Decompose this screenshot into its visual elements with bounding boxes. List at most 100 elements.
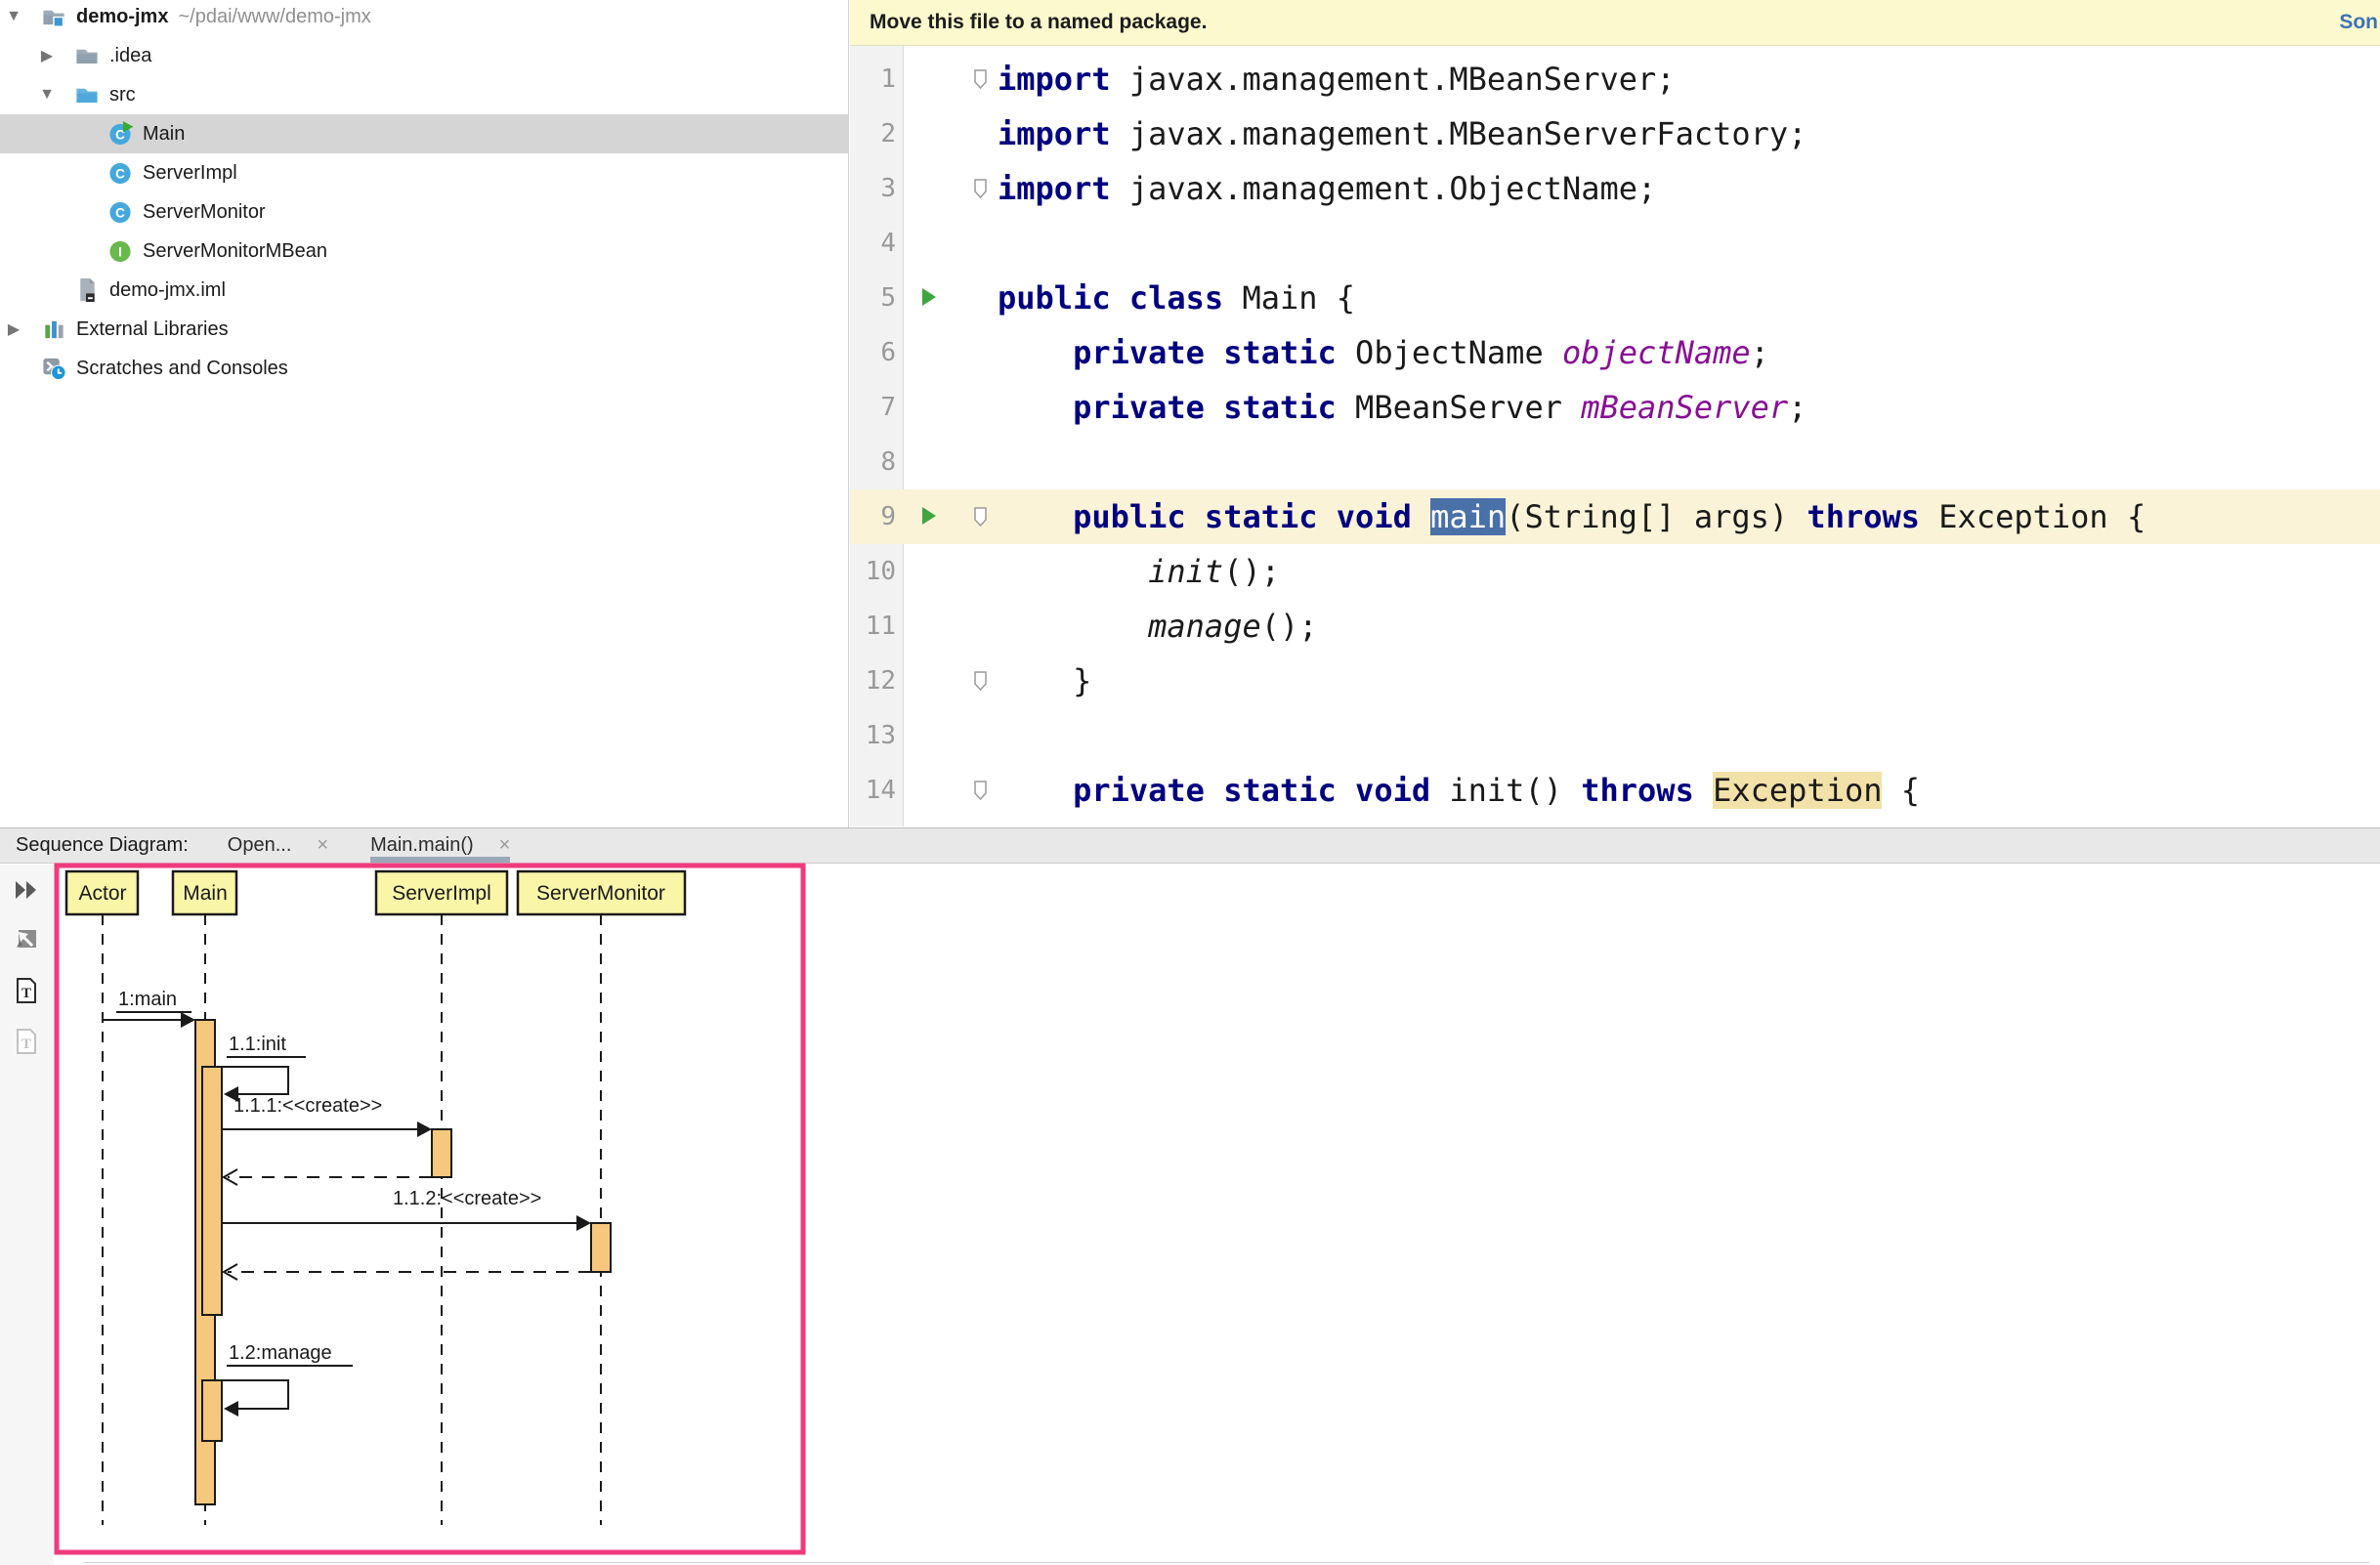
tab-main-main[interactable]: Main.main() × <box>370 828 510 863</box>
message-create1-arrowhead <box>417 1121 432 1137</box>
participant-actor-label: Actor <box>78 882 126 905</box>
message-manage-arrowhead <box>224 1401 238 1417</box>
svg-text:T: T <box>21 986 31 1001</box>
line-number: 10 <box>850 544 896 599</box>
code-line-3[interactable]: 3 import javax.management.ObjectName; <box>850 161 2380 216</box>
text-document-icon[interactable]: T <box>13 977 40 1004</box>
code-text: import javax.management.ObjectName; <box>998 161 1656 216</box>
code-line-14[interactable]: 14 private static void init() throws Exc… <box>850 763 2380 818</box>
activation-init <box>202 1067 222 1315</box>
iml-file-icon <box>74 277 100 303</box>
banner-message: Move this file to a named package. <box>870 11 1207 34</box>
scratches-icon <box>41 356 66 381</box>
code-line-12[interactable]: 12 } <box>850 654 2380 708</box>
message-create2-label[interactable]: 1.1.2:<<create>> <box>393 1188 541 1209</box>
project-tree-panel[interactable]: ▼demo-jmx~/pdai/www/demo-jmx▶.idea▼srcCM… <box>0 0 849 827</box>
line-number: 13 <box>850 708 896 763</box>
code-text: public class Main { <box>998 271 1355 325</box>
line-number: 14 <box>850 763 896 818</box>
code-line-6[interactable]: 6 private static ObjectName objectName; <box>850 325 2380 380</box>
tree-item-main[interactable]: C Main <box>0 114 848 153</box>
code-text: import javax.management.MBeanServer; <box>998 52 1676 106</box>
participant-main-label: Main <box>183 882 228 905</box>
tree-item-external-libraries[interactable]: ▶ External Libraries <box>0 310 848 349</box>
code-line-13[interactable]: 13 <box>850 708 2380 763</box>
code-line-5[interactable]: 5 public class Main { <box>850 271 2380 325</box>
line-number: 9 <box>850 489 896 544</box>
line-number: 1 <box>850 52 896 106</box>
tree-item-scratches-and-consoles[interactable]: Scratches and Consoles <box>0 349 848 388</box>
sequence-diagram-panel: T T Actor <box>0 865 2380 1565</box>
sequence-diagram-canvas[interactable]: Actor Main ServerImpl ServerMonitor 1:ma… <box>54 863 806 1558</box>
run-gutter-icon[interactable] <box>920 506 937 530</box>
tab-open-close-icon[interactable]: × <box>317 834 328 857</box>
message-init-label[interactable]: 1.1:init <box>229 1034 286 1055</box>
tree-item-servermonitormbean[interactable]: IServerMonitorMBean <box>0 232 848 271</box>
line-number: 5 <box>850 271 896 325</box>
code-area[interactable]: 1 import javax.management.MBeanServer;2im… <box>850 46 2380 826</box>
chevron-right-icon[interactable]: ▶ <box>4 319 23 339</box>
line-number: 8 <box>850 435 896 489</box>
banner-action-link[interactable]: Son <box>2339 11 2378 34</box>
fold-gutter-icon[interactable] <box>973 671 988 696</box>
tree-item-demo-jmx[interactable]: ▼demo-jmx~/pdai/www/demo-jmx <box>0 0 848 36</box>
svg-text:C: C <box>115 166 125 181</box>
code-line-8[interactable]: 8 <box>850 435 2380 489</box>
tree-item-servermonitor[interactable]: CServerMonitor <box>0 192 848 232</box>
message-create1-return-arrowhead <box>224 1169 237 1185</box>
message-main-label[interactable]: 1:main <box>118 989 177 1010</box>
code-line-9[interactable]: 9 public static void main(String[] args)… <box>850 489 2380 544</box>
code-line-7[interactable]: 7 private static MBeanServer mBeanServer… <box>850 380 2380 435</box>
panel-edge-line <box>83 1562 2369 1563</box>
code-line-4[interactable]: 4 <box>850 216 2380 271</box>
fold-gutter-icon[interactable] <box>973 781 988 805</box>
code-text: private static ObjectName objectName; <box>998 325 1769 380</box>
line-number: 6 <box>850 325 896 380</box>
code-line-11[interactable]: 11 manage(); <box>850 599 2380 654</box>
run-gutter-icon[interactable] <box>920 287 937 312</box>
message-manage-label[interactable]: 1.2:manage <box>229 1342 332 1364</box>
chevron-down-icon[interactable]: ▼ <box>4 8 23 25</box>
tree-item-label: Main <box>143 123 185 146</box>
code-editor[interactable]: Move this file to a named package. Son 1… <box>850 0 2380 827</box>
editor-notification-banner: Move this file to a named package. Son <box>850 0 2380 46</box>
fold-gutter-icon[interactable] <box>973 179 988 203</box>
svg-text:C: C <box>115 205 125 220</box>
fold-gutter-icon[interactable] <box>973 69 988 94</box>
participant-boxes: Actor Main ServerImpl ServerMonitor <box>66 871 685 914</box>
tab-main-main-close-icon[interactable]: × <box>499 834 511 857</box>
line-number: 11 <box>850 599 896 654</box>
tree-item-src[interactable]: ▼src <box>0 75 848 114</box>
code-text: import javax.management.MBeanServerFacto… <box>998 106 1806 161</box>
message-create1-label[interactable]: 1.1.1:<<create>> <box>234 1095 382 1117</box>
line-number: 7 <box>850 380 896 435</box>
text-document-disabled-icon[interactable]: T <box>13 1028 40 1055</box>
svg-text:T: T <box>21 1036 31 1052</box>
code-line-1[interactable]: 1 import javax.management.MBeanServer; <box>850 52 2380 106</box>
fold-gutter-icon[interactable] <box>973 507 988 531</box>
tree-item-label: demo-jmx.iml <box>109 279 226 302</box>
chevron-right-icon[interactable]: ▶ <box>37 46 57 65</box>
code-text: private static void init() throws Except… <box>998 763 1920 818</box>
svg-text:I: I <box>118 244 122 259</box>
fast-forward-icon[interactable] <box>13 876 40 904</box>
export-icon[interactable] <box>13 926 40 953</box>
tree-item-demo-jmx-iml[interactable]: demo-jmx.iml <box>0 271 848 310</box>
class-run-icon: C <box>107 121 133 147</box>
diagram-toolbar: T T <box>0 865 54 1565</box>
tree-item-label: Scratches and Consoles <box>76 358 288 380</box>
line-number: 3 <box>850 161 896 216</box>
toolwindow-title: Sequence Diagram: <box>16 834 189 857</box>
tree-item-label: External Libraries <box>76 318 229 341</box>
code-line-2[interactable]: 2import javax.management.MBeanServerFact… <box>850 106 2380 161</box>
code-line-10[interactable]: 10 init(); <box>850 544 2380 599</box>
code-text: init(); <box>998 544 1280 599</box>
chevron-down-icon[interactable]: ▼ <box>37 86 57 104</box>
tab-open[interactable]: Open... × <box>228 828 328 863</box>
activation-servermonitor <box>591 1223 611 1272</box>
interface-icon: I <box>107 238 133 264</box>
ide-window: ▼demo-jmx~/pdai/www/demo-jmx▶.idea▼srcCM… <box>0 0 2380 1565</box>
tree-item-serverimpl[interactable]: CServerImpl <box>0 153 848 192</box>
participant-serverimpl-label: ServerImpl <box>392 882 491 905</box>
tree-item--idea[interactable]: ▶.idea <box>0 36 848 75</box>
